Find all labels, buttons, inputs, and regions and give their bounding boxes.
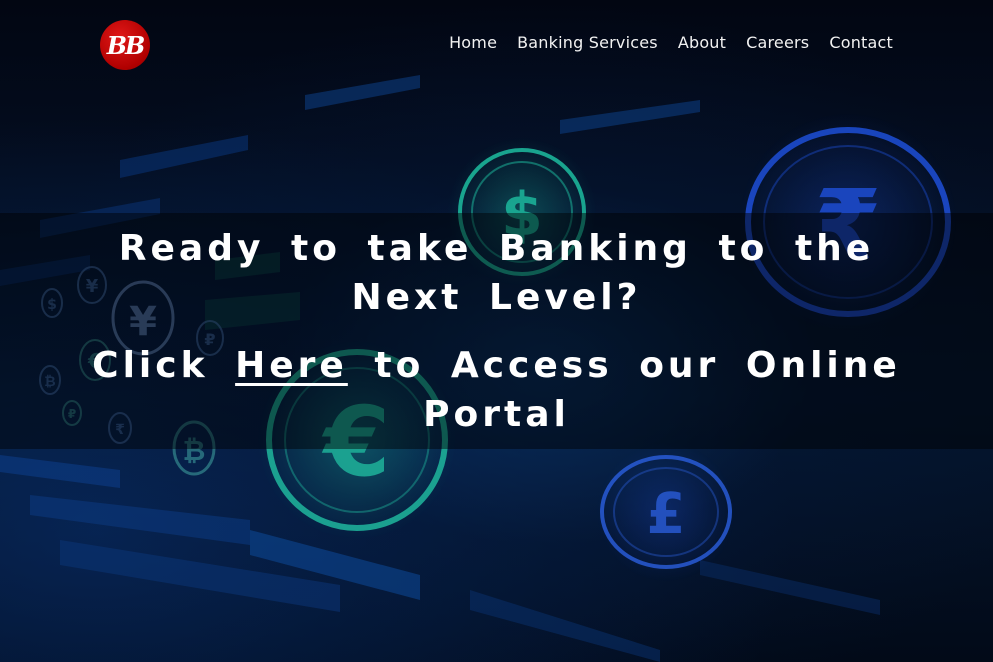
nav-link-careers[interactable]: Careers [746, 33, 809, 52]
hero-cta-text: Click Here to Access our Online Portal [70, 341, 923, 439]
brand-logo[interactable]: BB [100, 20, 150, 70]
nav-link-contact[interactable]: Contact [829, 33, 893, 52]
cta-suffix: to Access our Online Portal [374, 345, 901, 435]
page: $ € £ ₹ ¥ ¥ $ € ₿ ₹ ₽ ₽ ₿ BB Home Bankin… [0, 0, 993, 662]
nav-link-home[interactable]: Home [449, 33, 497, 52]
hero-headline: Ready to take Banking to the Next Level? [118, 228, 875, 318]
cta-prefix: Click [92, 345, 209, 386]
top-navigation: BB Home Banking Services About Careers C… [0, 0, 993, 90]
pound-coin: £ [596, 442, 736, 582]
portal-access-link[interactable]: Here [235, 345, 348, 386]
nav-link-about[interactable]: About [678, 33, 726, 52]
svg-text:£: £ [647, 482, 686, 547]
main-menu: Home Banking Services About Careers Cont… [449, 33, 893, 52]
nav-link-banking-services[interactable]: Banking Services [517, 33, 658, 52]
brand-logo-text: BB [106, 30, 146, 60]
